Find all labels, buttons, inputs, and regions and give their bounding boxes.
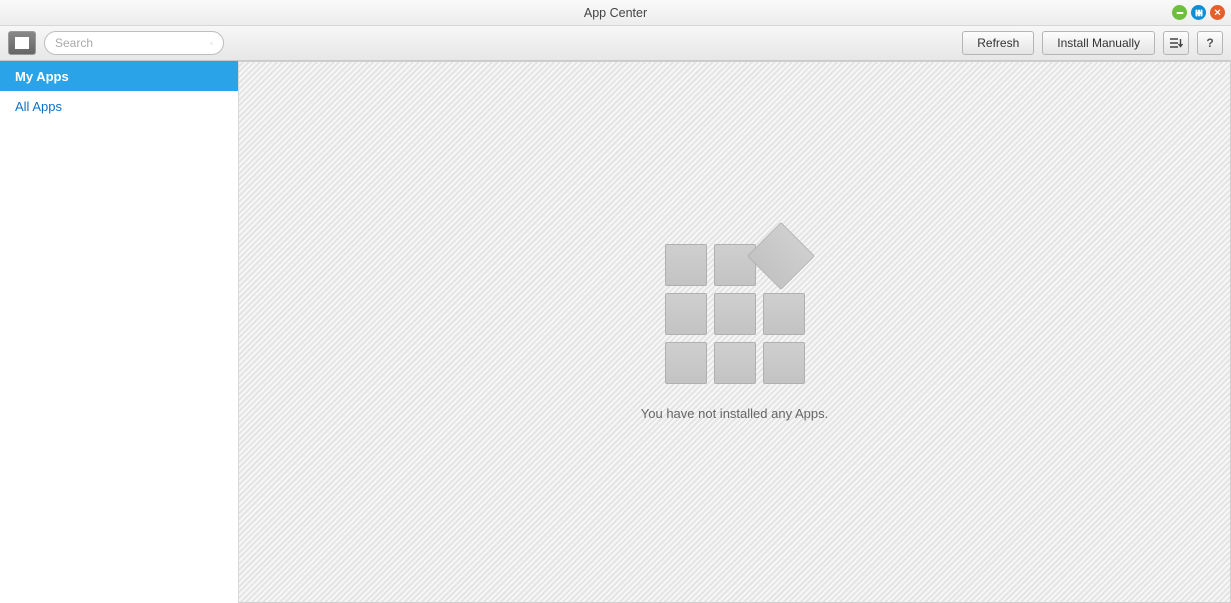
help-icon: ? (1206, 36, 1213, 50)
diamond-tile-icon (747, 222, 815, 290)
sidebar-item-my-apps[interactable]: My Apps (0, 61, 238, 91)
search-field[interactable] (44, 31, 224, 55)
tile-icon (714, 244, 756, 286)
titlebar: App Center (0, 0, 1231, 26)
tile-icon (763, 293, 805, 335)
sidebar: My Apps All Apps (0, 61, 239, 603)
tile-icon (763, 342, 805, 384)
refresh-button[interactable]: Refresh (962, 31, 1034, 55)
search-icon (210, 37, 213, 50)
sidebar-item-label: All Apps (15, 99, 62, 114)
search-input[interactable] (55, 36, 210, 50)
maximize-icon[interactable] (1191, 5, 1206, 20)
empty-state-message: You have not installed any Apps. (641, 406, 828, 421)
tile-icon (714, 293, 756, 335)
empty-state-graphic (665, 244, 805, 384)
window-controls (1172, 0, 1225, 25)
panel-icon (15, 37, 29, 49)
main-content: You have not installed any Apps. (239, 61, 1231, 603)
tile-icon (665, 342, 707, 384)
tile-icon (665, 244, 707, 286)
help-button[interactable]: ? (1197, 31, 1223, 55)
sort-icon (1169, 37, 1183, 49)
tile-icon (665, 293, 707, 335)
minimize-icon[interactable] (1172, 5, 1187, 20)
sidebar-item-label: My Apps (15, 69, 69, 84)
install-manually-button[interactable]: Install Manually (1042, 31, 1155, 55)
sidebar-item-all-apps[interactable]: All Apps (0, 91, 238, 121)
toolbar: Refresh Install Manually ? (0, 26, 1231, 61)
sidebar-toggle-button[interactable] (8, 31, 36, 55)
window-title: App Center (584, 6, 647, 20)
close-icon[interactable] (1210, 5, 1225, 20)
sort-button[interactable] (1163, 31, 1189, 55)
tile-icon (714, 342, 756, 384)
